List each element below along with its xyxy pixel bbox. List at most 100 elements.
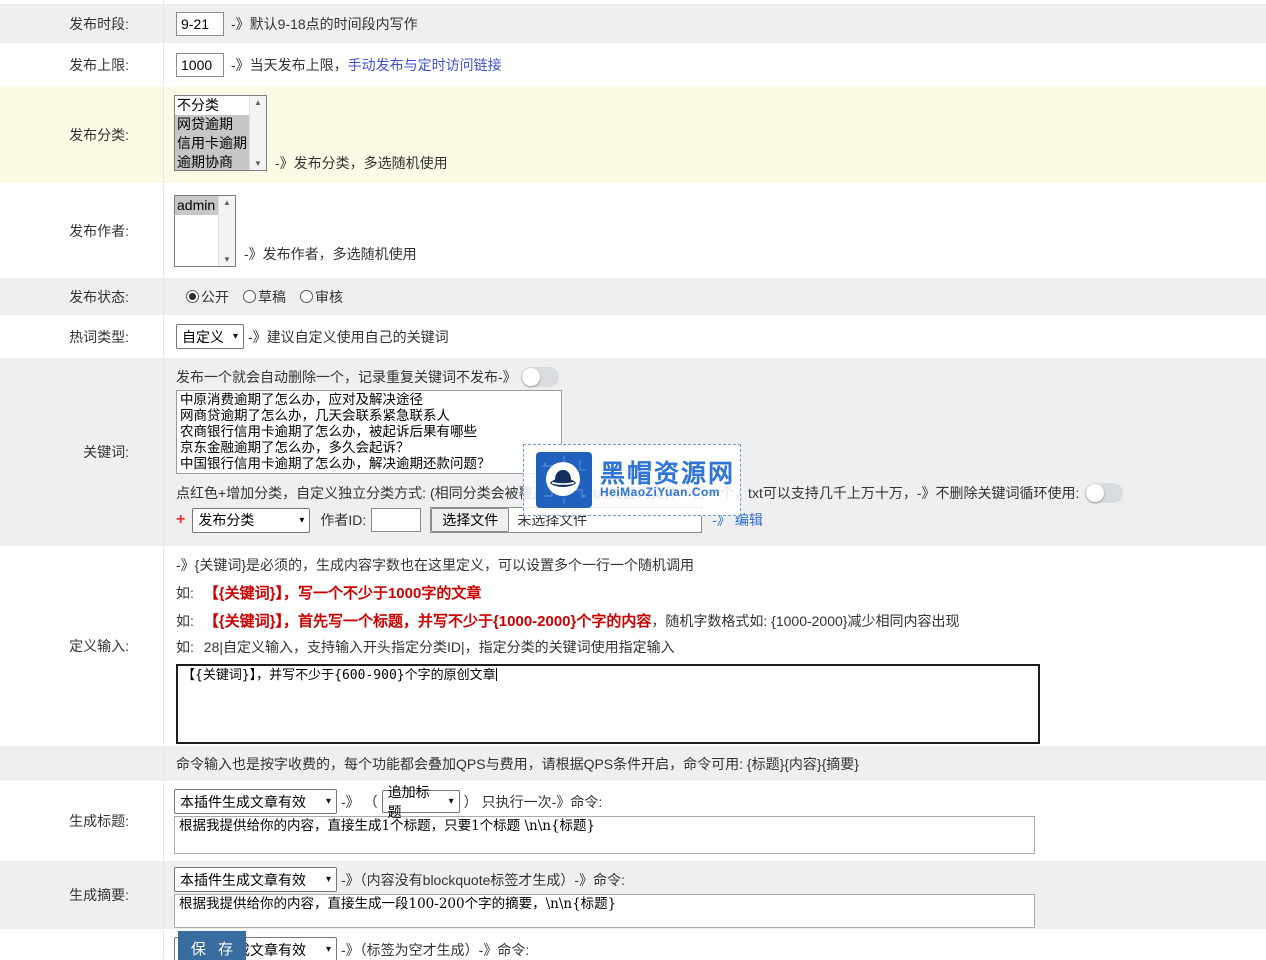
publish-author-listbox[interactable]: admin ▲ ▼ <box>174 195 236 267</box>
select-value: 追加标题 <box>388 782 443 822</box>
publish-limit-input[interactable] <box>176 53 224 77</box>
publish-status-label: 发布状态: <box>0 278 164 315</box>
hotword-type-select[interactable]: 自定义 ▾ <box>176 324 244 349</box>
category-option[interactable]: 逾期协商 <box>175 153 249 170</box>
select-value: 发布分类 <box>198 510 254 530</box>
gen-summary-desc: -》（内容没有blockquote标签才生成）-》命令: <box>341 870 625 890</box>
gen-title-label: 生成标题: <box>0 783 164 859</box>
chevron-down-icon: ▾ <box>320 874 331 885</box>
row-publish-author: 发布作者: admin ▲ ▼ -》发布作者，多选随机使用 <box>0 185 1266 276</box>
radio-public[interactable]: 公开 <box>186 287 229 307</box>
select-value: 本插件生成文章有效 <box>180 792 306 812</box>
text-cursor <box>496 668 497 681</box>
radio-selected-icon[interactable] <box>186 290 199 303</box>
publish-category-listbox[interactable]: 不分类 网贷逾期 信用卡逾期 逾期协商 ▲ ▼ <box>174 95 267 171</box>
row-gen-summary: 生成摘要: 本插件生成文章有效 ▾ -》（内容没有blockquote标签才生成… <box>0 861 1266 929</box>
loop-toggle-label: -》不删除关键词循环使用: <box>917 483 1080 503</box>
plugin-settings-page: 发布时段: -》默认9-18点的时间段内写作 发布上限: -》当天发布上限， 手… <box>0 0 1266 960</box>
author-id-input[interactable] <box>371 508 421 532</box>
save-button[interactable]: 保 存 <box>178 931 246 960</box>
keywords-textarea[interactable]: 中原消费逾期了怎么办，应对及解决途径 网商贷逾期了怎么办，几天会联系紧急联系人 … <box>176 390 562 474</box>
radio-label: 草稿 <box>258 287 286 307</box>
chevron-down-icon: ▾ <box>227 331 238 342</box>
keywords-label: 关键词: <box>0 358 164 546</box>
row-publish-limit: 发布上限: -》当天发布上限， 手动发布与定时访问链接 <box>0 45 1266 85</box>
publish-time-label: 发布时段: <box>0 5 164 43</box>
watermark-title: 黑帽资源网 <box>600 461 735 487</box>
define-input-textarea[interactable]: 【{关键词}】，并写不少于{600-900}个字的原创文章 <box>176 664 1040 744</box>
gen-tag-desc: -》（标签为空才生成）-》命令: <box>341 940 529 960</box>
publish-category-desc: -》发布分类，多选随机使用 <box>275 153 448 173</box>
publish-time-desc: -》默认9-18点的时间段内写作 <box>231 14 418 34</box>
author-option[interactable]: admin <box>175 196 218 215</box>
scroll-up-icon[interactable]: ▲ <box>254 98 262 107</box>
example1-red: 【{关键词}】，写一个不少于1000字的文章 <box>204 585 482 602</box>
hotword-type-desc: -》建议自定义使用自己的关键词 <box>248 327 449 347</box>
category-option[interactable]: 信用卡逾期 <box>175 134 249 153</box>
category-assign-select[interactable]: 发布分类 ▾ <box>192 508 310 533</box>
radio-review[interactable]: 审核 <box>300 287 343 307</box>
command-note-label-cell <box>0 746 164 781</box>
gen-tag-label-cell <box>0 931 164 959</box>
watermark-domain: HeiMaoZiYuan.Com <box>600 485 735 499</box>
publish-author-label: 发布作者: <box>0 185 164 276</box>
choose-file-button[interactable]: 选择文件 <box>431 508 509 532</box>
top-sliver-content-cell <box>164 0 1266 4</box>
radio-icon[interactable] <box>300 290 313 303</box>
example-prefix: 如: <box>176 585 194 601</box>
auto-delete-label: 发布一个就会自动删除一个，记录重复关键词不发布-》 <box>176 367 517 387</box>
radio-draft[interactable]: 草稿 <box>243 287 286 307</box>
row-command-note: 命令输入也是按字收费的，每个功能都会叠加QPS与费用，请根据QPS条件开启，命令… <box>0 746 1266 781</box>
publish-limit-desc: -》当天发布上限， <box>231 55 348 75</box>
category-option[interactable]: 不分类 <box>175 96 249 115</box>
watermark: 黑帽资源网 HeiMaoZiYuan.Com <box>523 444 741 516</box>
example-prefix: 如: <box>176 639 194 655</box>
manual-publish-link[interactable]: 手动发布与定时访问链接 <box>348 55 502 75</box>
example-prefix: 如: <box>176 613 194 629</box>
radio-label: 公开 <box>201 287 229 307</box>
select-value: 自定义 <box>182 327 224 347</box>
scroll-up-icon[interactable]: ▲ <box>223 198 231 207</box>
define-input-line1: -》{关键词}是必须的，生成内容字数也在这里定义，可以设置多个一行一个随机调用 <box>176 555 1266 575</box>
listbox-scrollbar[interactable]: ▲ ▼ <box>249 96 266 170</box>
auto-delete-toggle[interactable] <box>521 367 559 387</box>
gen-summary-label: 生成摘要: <box>0 861 164 929</box>
select-value: 本插件生成文章有效 <box>180 870 306 890</box>
gen-summary-command-textarea[interactable]: 根据我提供给你的内容，直接生成一段100-200个字的摘要，\n\n{标题} <box>174 894 1035 928</box>
scroll-down-icon[interactable]: ▼ <box>254 159 262 168</box>
define-input-label: 定义输入: <box>0 548 164 744</box>
row-publish-status: 发布状态: 公开 草稿 审核 <box>0 278 1266 315</box>
scroll-down-icon[interactable]: ▼ <box>223 255 231 264</box>
radio-label: 审核 <box>315 287 343 307</box>
command-note-text: 命令输入也是按字收费的，每个功能都会叠加QPS与费用，请根据QPS条件开启，命令… <box>176 754 859 774</box>
chevron-down-icon: ▾ <box>293 515 304 526</box>
publish-limit-label: 发布上限: <box>0 45 164 85</box>
add-category-button[interactable]: + <box>176 511 185 529</box>
hotword-type-label: 热词类型: <box>0 317 164 356</box>
define-input-value: 【{关键词}】，并写不少于{600-900}个字的原创文章 <box>182 668 496 683</box>
example3: 28|自定义输入，支持输入开头指定分类ID|，指定分类的关键词使用指定输入 <box>204 639 675 655</box>
heimao-logo-icon <box>536 452 592 508</box>
publish-time-input[interactable] <box>176 12 224 36</box>
publish-category-label: 发布分类: <box>0 87 164 183</box>
chevron-down-icon: ▾ <box>443 796 454 807</box>
gen-title-after: 只执行一次-》命令: <box>482 792 603 812</box>
paren-close: ） <box>464 792 478 812</box>
gen-summary-scope-select[interactable]: 本插件生成文章有效 ▾ <box>174 867 337 892</box>
gen-title-mode-select[interactable]: 追加标题 ▾ <box>382 790 460 813</box>
listbox-scrollbar[interactable]: ▲ ▼ <box>218 196 235 266</box>
chevron-down-icon: ▾ <box>320 796 331 807</box>
gen-title-scope-select[interactable]: 本插件生成文章有效 ▾ <box>174 789 337 814</box>
row-publish-time: 发布时段: -》默认9-18点的时间段内写作 <box>0 5 1266 43</box>
top-sliver-label-cell <box>0 0 164 4</box>
category-option[interactable]: 网贷逾期 <box>175 115 249 134</box>
example2-rest: ，随机字数格式如: {1000-2000}减少相同内容出现 <box>651 613 959 629</box>
chevron-down-icon: ▾ <box>320 944 331 955</box>
gen-title-command-textarea[interactable]: 根据我提供给你的内容，直接生成1个标题，只要1个标题 \n\n{标题} <box>174 816 1035 854</box>
publish-author-desc: -》发布作者，多选随机使用 <box>244 244 417 264</box>
author-id-label: 作者ID: <box>320 510 366 530</box>
row-gen-title: 生成标题: 本插件生成文章有效 ▾ -》 （ 追加标题 ▾ ） 只执行一次-》命… <box>0 783 1266 859</box>
loop-keywords-toggle[interactable] <box>1085 483 1123 503</box>
radio-icon[interactable] <box>243 290 256 303</box>
example2-red: 【{关键词}】，首先写一个标题，并写不少于{1000-2000}个字的内容 <box>204 613 652 630</box>
